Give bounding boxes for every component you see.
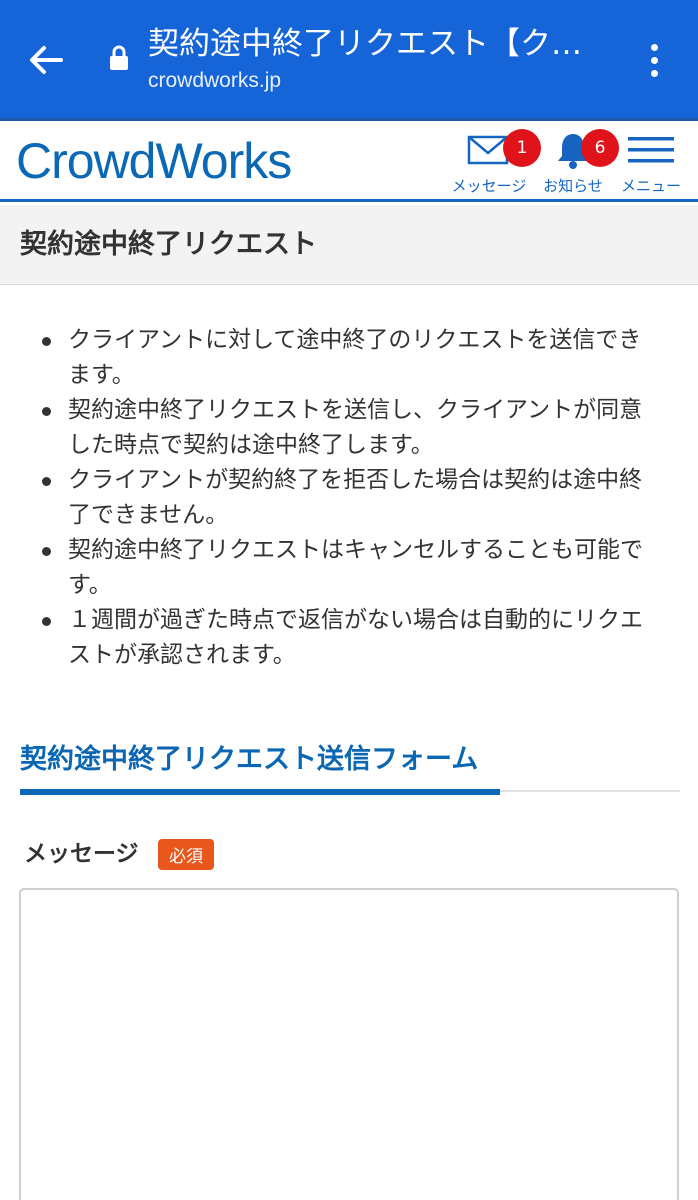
- tab-title[interactable]: 契約途中終了リクエスト【ク…: [148, 24, 618, 64]
- address-bar-url[interactable]: crowdworks.jp: [148, 66, 281, 96]
- nav-messages[interactable]: 1 メッセージ: [448, 127, 541, 199]
- list-item: クライアントが契約終了を拒否した場合は契約は途中終了できません。: [40, 463, 660, 533]
- nav-menu-label: メニュー: [620, 177, 681, 195]
- back-button[interactable]: [22, 38, 70, 82]
- arrow-left-icon: [30, 46, 63, 74]
- page-title: 契約途中終了リクエスト: [20, 229, 317, 260]
- info-list: クライアントに対して途中終了のリクエストを送信できます。 契約途中終了リクエスト…: [40, 323, 660, 673]
- list-item: 契約途中終了リクエストはキャンセルすることも可能です。: [40, 533, 660, 603]
- nav-menu[interactable]: メニュー: [616, 127, 686, 199]
- message-textarea[interactable]: [19, 888, 679, 1200]
- kebab-menu-icon: [650, 43, 658, 51]
- crowdworks-logo[interactable]: CrowdWorks: [16, 133, 292, 189]
- nav-messages-label: メッセージ: [451, 177, 527, 195]
- kebab-menu-button[interactable]: [636, 36, 672, 84]
- list-item: クライアントに対して途中終了のリクエストを送信できます。: [40, 323, 660, 393]
- page-title-bar: 契約途中終了リクエスト: [0, 205, 698, 285]
- heading-accent-bar: [20, 789, 500, 795]
- nav-notifications[interactable]: 6 お知らせ: [536, 127, 619, 199]
- list-item: １週間が過ぎた時点で返信がない場合は自動的にリクエストが承認されます。: [40, 603, 660, 673]
- notifications-badge: 6: [581, 129, 619, 167]
- site-header: CrowdWorks 1 メッセージ 6 お知らせ メニュー: [0, 118, 698, 202]
- form-heading: 契約途中終了リクエスト送信フォーム: [20, 744, 479, 775]
- required-badge: 必須: [158, 839, 214, 870]
- list-item: 契約途中終了リクエストを送信し、クライアントが同意した時点で契約は途中終了します…: [40, 393, 660, 463]
- nav-notifications-label: お知らせ: [543, 177, 603, 195]
- hamburger-icon: [628, 137, 674, 163]
- lock-icon: [110, 45, 128, 70]
- browser-toolbar: 契約途中終了リクエスト【ク… crowdworks.jp: [0, 0, 698, 118]
- message-label: メッセージ: [24, 841, 139, 867]
